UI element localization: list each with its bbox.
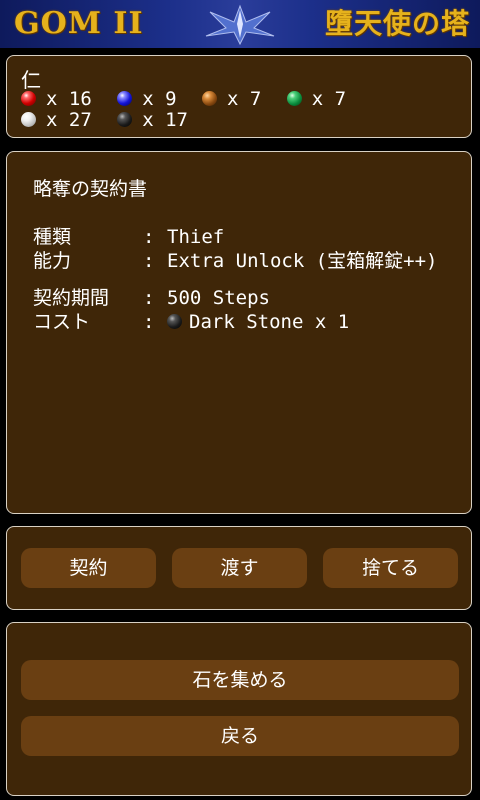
menu-panel: 石を集める 戻る [6, 622, 472, 796]
contract-title: 略奪の契約書 [33, 178, 148, 200]
type-label: 種類 [33, 226, 72, 248]
brown-stone-icon [202, 91, 217, 106]
stone-count: x 9 [142, 88, 177, 110]
type-value: Thief [167, 226, 225, 248]
contract-button[interactable]: 契約 [21, 548, 156, 588]
contract-type-row: 種類: Thief [33, 222, 224, 249]
ability-value: Extra Unlock (宝箱解錠++) [167, 250, 438, 272]
contract-term-row: 契約期間:500 Steps [33, 283, 270, 310]
game-logo-right: 墮天使の塔 [324, 7, 470, 40]
collect-stones-button[interactable]: 石を集める [21, 660, 459, 700]
green-stone-icon [286, 91, 302, 106]
ability-label: 能力 [33, 250, 72, 272]
term-value: 500 Steps [167, 287, 270, 309]
cost-value: Dark Stone x 1 [189, 311, 350, 333]
contract-cost-row: コスト: Dark Stone x 1 [33, 307, 349, 334]
contract-actions-panel: 契約 渡す 捨てる [6, 526, 472, 610]
contract-ability-row: 能力: Extra Unlock (宝箱解錠++) [33, 246, 437, 273]
stone-row-2: x 27 x 17 [21, 109, 188, 131]
stone-count: x 7 [227, 88, 262, 110]
stone-item: x 7 [286, 88, 347, 110]
separator: : [143, 287, 155, 309]
stone-count: x 7 [311, 88, 347, 110]
dark-stone-icon [117, 112, 133, 127]
separator: : [143, 311, 155, 333]
cost-label: コスト [33, 311, 91, 333]
stone-inventory-panel: 仁 x 16 x 9 x 7 x 7 x 27 x 17 [6, 55, 472, 138]
stone-item: x 16 [21, 88, 92, 110]
stone-count: x 17 [142, 109, 188, 131]
stone-count: x 16 [46, 88, 92, 110]
stone-item: x 7 [202, 88, 261, 110]
red-stone-icon [21, 91, 36, 106]
contract-detail-panel: 略奪の契約書 種類: Thief 能力: Extra Unlock (宝箱解錠++)… [6, 151, 472, 514]
title-banner: GOM II 墮天使の塔 [0, 0, 480, 48]
white-stone-icon [21, 112, 36, 127]
separator: : [143, 250, 155, 272]
winged-angel-emblem-icon [205, 4, 275, 46]
stone-item: x 17 [117, 109, 188, 131]
stone-item: x 9 [117, 88, 177, 110]
stone-count: x 27 [46, 109, 92, 131]
give-button[interactable]: 渡す [172, 548, 307, 588]
term-label: 契約期間 [33, 287, 110, 309]
game-logo-left: GOM II [14, 6, 144, 41]
stone-item: x 27 [21, 109, 92, 131]
dark-stone-icon [167, 314, 182, 329]
stone-row-1: x 16 x 9 x 7 x 7 [21, 88, 346, 110]
blue-stone-icon [117, 91, 133, 106]
discard-button[interactable]: 捨てる [323, 548, 458, 588]
back-button[interactable]: 戻る [21, 716, 459, 756]
separator: : [143, 226, 155, 248]
